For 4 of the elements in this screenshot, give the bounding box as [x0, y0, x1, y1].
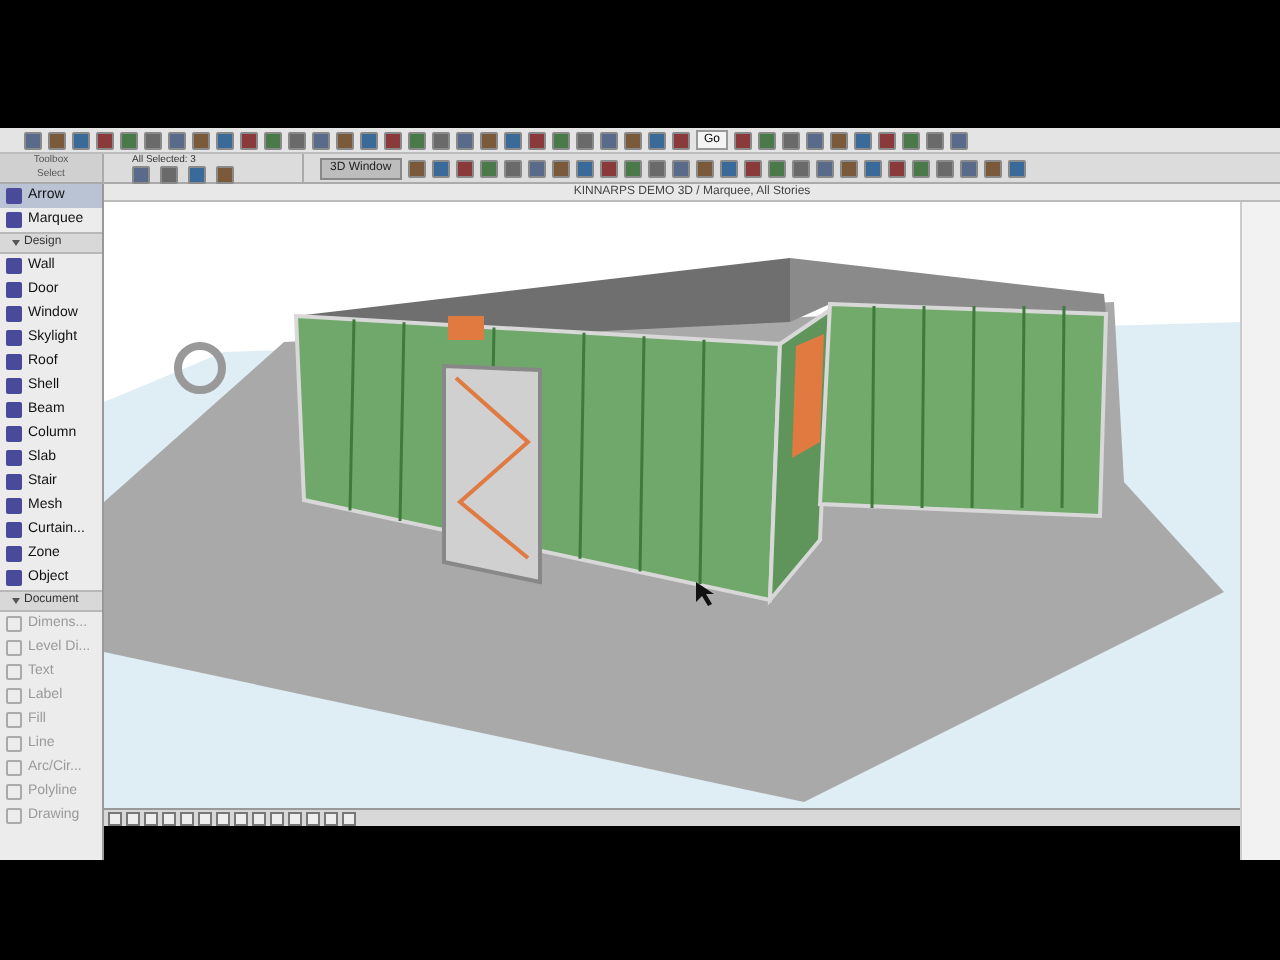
loading-ring-icon [174, 342, 226, 394]
disclosure-icon [12, 598, 20, 604]
mouse-cursor-icon [696, 582, 714, 606]
disclosure-icon [12, 240, 20, 246]
